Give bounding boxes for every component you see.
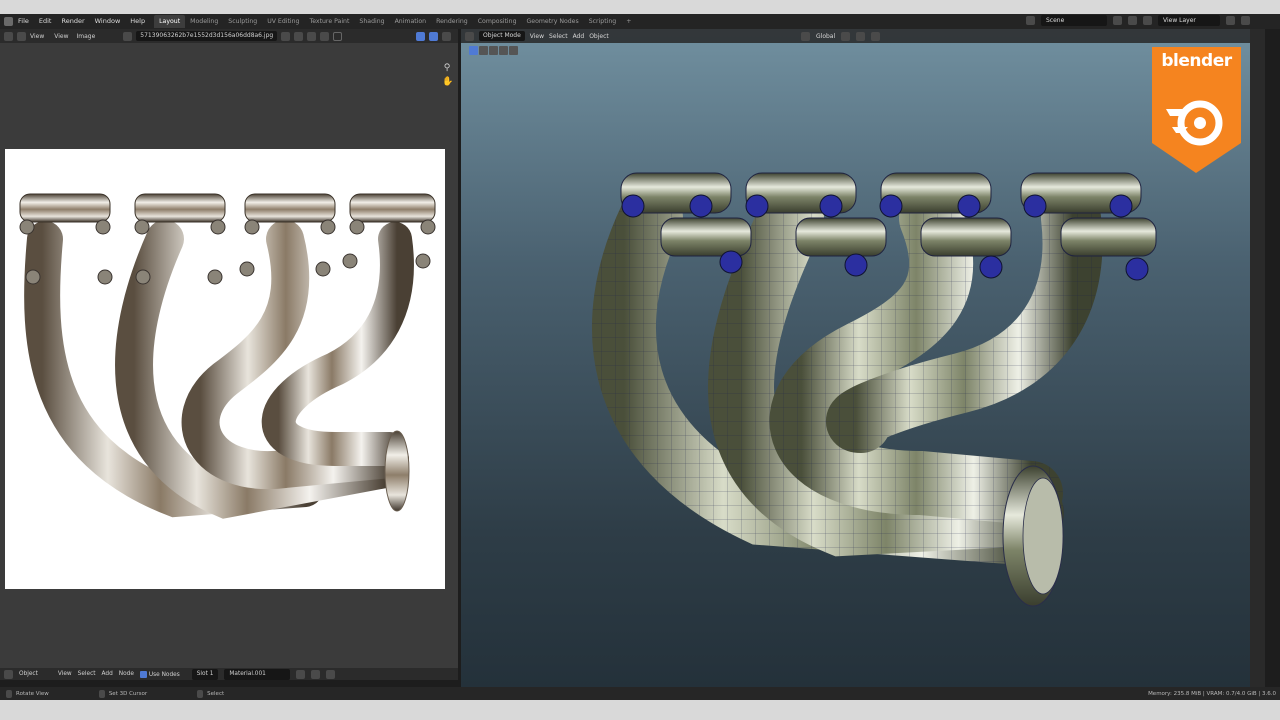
menu-file[interactable]: File [13,14,34,29]
editor-mode-icon[interactable] [17,31,26,41]
transform-controls: Global [801,31,881,41]
shader-object-dropdown[interactable]: Object [19,671,38,677]
screen-bottom-border [0,700,1280,720]
proportional-edit-icon[interactable] [871,31,881,41]
open-image-icon[interactable] [307,31,317,41]
menu-window[interactable]: Window [90,14,126,29]
material-copy-icon[interactable] [311,669,321,679]
shader-menu-view[interactable]: View [58,671,72,677]
scene-icon [1026,16,1035,25]
object-mode-dropdown[interactable]: Object Mode [479,31,525,41]
top-bar: File Edit Render Window Help Layout Mode… [0,14,1280,29]
material-fake-user-icon[interactable] [296,669,306,679]
gizmo-toggle-icon[interactable] [416,31,426,41]
menu-view-mode[interactable]: View [30,33,44,40]
view-layer-icon [1143,16,1152,25]
transform-orientation-dropdown[interactable]: Global [816,33,835,40]
viewport-header: Object Mode View Select Add Object Globa… [461,29,1265,43]
add-workspace-button[interactable]: + [621,15,636,28]
tab-texture-paint[interactable]: Texture Paint [304,15,354,28]
viewport-menu-add[interactable]: Add [573,33,585,40]
new-view-layer-icon[interactable] [1226,16,1235,25]
blender-logo-text: blender [1161,51,1232,71]
shader-editor-header: Object View Select Add Node Use Nodes Sl… [0,668,458,680]
image-editor: View View Image 57139063262b7e1552d3d156… [0,29,458,680]
tab-sculpting[interactable]: Sculpting [223,15,262,28]
shader-editor-type-icon[interactable] [4,669,13,679]
shader-menu-select[interactable]: Select [78,671,96,677]
main-menu: File Edit Render Window Help [13,14,150,29]
status-rotate-view: Rotate View [16,690,49,697]
blender-menu-icon[interactable] [4,17,13,26]
slot-dropdown[interactable]: Slot 1 [191,668,219,680]
viewport-sidebar-tabs[interactable] [1250,29,1265,700]
viewport-menu-select[interactable]: Select [549,33,568,40]
viewport-menu-view[interactable]: View [530,33,544,40]
menu-image[interactable]: Image [77,33,96,40]
tab-layout[interactable]: Layout [154,15,186,28]
fake-user-icon[interactable] [281,31,291,41]
pin-icon[interactable] [333,31,343,41]
new-scene-icon[interactable] [1113,16,1122,25]
tab-rendering[interactable]: Rendering [431,15,473,28]
material-field[interactable]: Material.001 [224,668,291,680]
use-nodes-label: Use Nodes [148,671,180,678]
overlay-toggle-icon[interactable] [429,31,439,41]
mouse-left-icon [6,689,12,698]
menu-view[interactable]: View [54,33,68,40]
3d-viewport[interactable]: Object Mode View Select Add Object Globa… [461,29,1265,700]
viewport-editor-type-icon[interactable] [465,31,474,41]
shader-menu-add[interactable]: Add [102,671,113,677]
tab-uv-editing[interactable]: UV Editing [262,15,304,28]
navigation-tools: ⚲ ✋ [442,63,453,87]
scene-controls: Scene View Layer [1026,15,1250,26]
tab-modeling[interactable]: Modeling [185,15,223,28]
tab-scripting[interactable]: Scripting [584,15,622,28]
editor-type-icon[interactable] [4,31,13,41]
tab-animation[interactable]: Animation [390,15,432,28]
menu-help[interactable]: Help [125,14,150,29]
mouse-right-icon [197,689,204,698]
status-memory: Memory: 235.8 MiB | VRAM: 0.7/4.0 GiB | … [1148,690,1276,697]
use-nodes-checkbox[interactable]: Use Nodes [139,670,180,678]
status-select: Select [207,690,225,697]
tab-shading[interactable]: Shading [354,15,389,28]
blender-window: File Edit Render Window Help Layout Mode… [0,14,1280,700]
exhaust-manifold-photo [19,193,436,519]
status-bar: Rotate View Set 3D Cursor Select Memory:… [0,687,1280,700]
viewport-menu-object[interactable]: Object [589,33,609,40]
image-name-field[interactable]: 57139063262b7e1552d3d156a06dd8a6.jpg [136,31,278,41]
unlink-image-icon[interactable] [320,31,330,41]
blender-logo-badge: blender [1148,47,1245,173]
tab-compositing[interactable]: Compositing [473,15,522,28]
delete-scene-icon[interactable] [1128,16,1137,25]
material-unlink-icon[interactable] [326,669,336,679]
menu-edit[interactable]: Edit [34,14,57,29]
shader-menu-node[interactable]: Node [119,671,134,677]
reference-image [5,149,445,589]
mouse-middle-icon [98,689,105,698]
scene-field[interactable]: Scene [1041,15,1107,26]
image-editor-header: View View Image 57139063262b7e1552d3d156… [0,29,458,43]
snap-icon[interactable] [856,31,866,41]
transform-orientation-icon [801,31,810,41]
pan-hand-icon[interactable]: ✋ [442,77,453,87]
workspace-tabs: Layout Modeling Sculpting UV Editing Tex… [154,14,636,29]
pivot-point-icon[interactable] [841,31,851,41]
status-set-cursor: Set 3D Cursor [108,690,148,697]
new-image-icon[interactable] [294,31,304,41]
image-browse-icon[interactable] [123,31,133,41]
menu-render[interactable]: Render [56,14,89,29]
view-layer-field[interactable]: View Layer [1158,15,1220,26]
zoom-icon[interactable]: ⚲ [442,63,452,73]
display-channels-icon[interactable] [442,31,452,41]
screen-top-border [0,0,1280,14]
tab-geometry-nodes[interactable]: Geometry Nodes [522,15,584,28]
use-nodes-check-icon [139,670,147,678]
exhaust-manifold-mesh[interactable] [461,43,1250,700]
delete-view-layer-icon[interactable] [1241,16,1250,25]
